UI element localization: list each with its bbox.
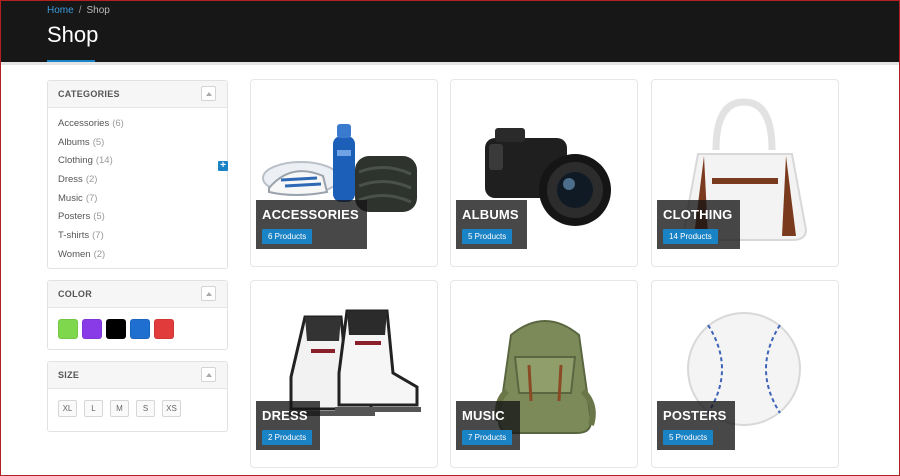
category-count: (2) <box>85 174 98 186</box>
color-swatch-purple[interactable] <box>82 319 102 339</box>
product-label: ACCESSORIES 6 Products <box>256 200 367 249</box>
size-collapse-button[interactable] <box>201 367 216 382</box>
category-count: (7) <box>92 230 104 242</box>
category-item-accessories[interactable]: Accessories (6) <box>58 117 227 136</box>
categories-collapse-button[interactable] <box>201 86 216 101</box>
color-swatch-green[interactable] <box>58 319 78 339</box>
product-label: ALBUMS 5 Products <box>456 200 527 249</box>
product-count-badge[interactable]: 6 Products <box>262 229 313 244</box>
product-name: ALBUMS <box>462 207 519 222</box>
size-button-l[interactable]: L <box>84 400 103 417</box>
category-item-albums[interactable]: Albums (5) <box>58 136 227 155</box>
color-swatch-blue[interactable] <box>130 319 150 339</box>
category-count: (5) <box>92 136 105 148</box>
size-button-s[interactable]: S <box>136 400 155 417</box>
product-card-posters[interactable]: POSTERS 5 Products <box>651 280 839 468</box>
categories-widget-header: CATEGORIES <box>48 81 227 108</box>
product-name: POSTERS <box>663 408 727 423</box>
category-item-posters[interactable]: Posters (5) <box>58 210 227 229</box>
color-swatches <box>58 319 174 339</box>
product-count-badge[interactable]: 7 Products <box>462 430 513 445</box>
size-widget-header: SIZE <box>48 362 227 389</box>
expand-plus-icon[interactable]: + <box>218 161 228 172</box>
size-button-xl[interactable]: XL <box>58 400 77 417</box>
category-label: Clothing <box>58 155 93 167</box>
color-title: COLOR <box>58 289 92 299</box>
category-count: (7) <box>85 192 98 204</box>
categories-widget: CATEGORIES Accessories (6) Albums (5) Clot… <box>47 80 228 269</box>
product-card-music[interactable]: MUSIC 7 Products <box>450 280 638 468</box>
category-item-dress[interactable]: Dress (2) <box>58 173 227 192</box>
category-item-music[interactable]: Music (7) <box>58 192 227 211</box>
category-list: Accessories (6) Albums (5) Clothing (14) + D… <box>48 108 228 267</box>
size-button-xs[interactable]: XS <box>162 400 181 417</box>
size-button-m[interactable]: M <box>110 400 129 417</box>
category-label: Dress <box>58 174 83 186</box>
breadcrumb: Home / Shop <box>47 5 110 16</box>
product-name: MUSIC <box>462 408 505 423</box>
color-collapse-button[interactable] <box>201 286 216 301</box>
category-label: Posters <box>58 211 91 223</box>
page-title: Shop <box>47 22 99 47</box>
product-card-dress[interactable]: DRESS 2 Products <box>250 280 438 468</box>
category-count: (14) <box>95 155 113 167</box>
product-card-clothing[interactable]: CLOTHING 14 Products <box>651 79 839 267</box>
category-count: (2) <box>93 248 106 260</box>
category-item-t-shirts[interactable]: T-shirts (7) <box>58 229 227 248</box>
size-widget: SIZE XL L M S XS <box>47 361 228 432</box>
breadcrumb-home-link[interactable]: Home <box>47 5 74 16</box>
category-item-clothing[interactable]: Clothing (14) + <box>58 154 228 173</box>
product-count-badge[interactable]: 2 Products <box>262 430 313 445</box>
category-label: Women <box>58 248 91 260</box>
product-count-badge[interactable]: 5 Products <box>462 229 513 244</box>
product-name: ACCESSORIES <box>262 207 359 222</box>
product-label: DRESS 2 Products <box>256 401 321 450</box>
category-item-women[interactable]: Women (2) <box>58 248 227 267</box>
breadcrumb-current: Shop <box>86 5 110 16</box>
product-label: POSTERS 5 Products <box>657 401 735 450</box>
category-count: (5) <box>93 211 105 223</box>
product-name: DRESS <box>262 408 308 423</box>
color-widget: COLOR <box>47 280 228 350</box>
category-count: (6) <box>112 118 124 129</box>
size-options: XL L M S XS <box>58 400 181 417</box>
product-count-badge[interactable]: 5 Products <box>663 430 714 445</box>
color-swatch-black[interactable] <box>106 319 126 339</box>
product-label: MUSIC 7 Products <box>456 401 521 450</box>
product-count-badge[interactable]: 14 Products <box>663 229 718 244</box>
size-title: SIZE <box>58 370 80 380</box>
category-label: Accessories <box>58 118 110 129</box>
category-label: Music <box>58 192 83 204</box>
page-header: Home / Shop Shop <box>0 0 900 64</box>
product-card-albums[interactable]: ALBUMS 5 Products <box>450 79 638 267</box>
header-divider <box>0 62 900 65</box>
color-widget-header: COLOR <box>48 281 227 308</box>
category-label: Albums <box>58 136 90 148</box>
product-label: CLOTHING 14 Products <box>657 200 741 249</box>
color-swatch-red[interactable] <box>154 319 174 339</box>
categories-title: CATEGORIES <box>58 89 120 99</box>
category-label: T-shirts <box>58 230 90 242</box>
product-card-accessories[interactable]: ACCESSORIES 6 Products <box>250 79 438 267</box>
product-name: CLOTHING <box>663 207 733 222</box>
breadcrumb-separator: / <box>78 5 82 16</box>
